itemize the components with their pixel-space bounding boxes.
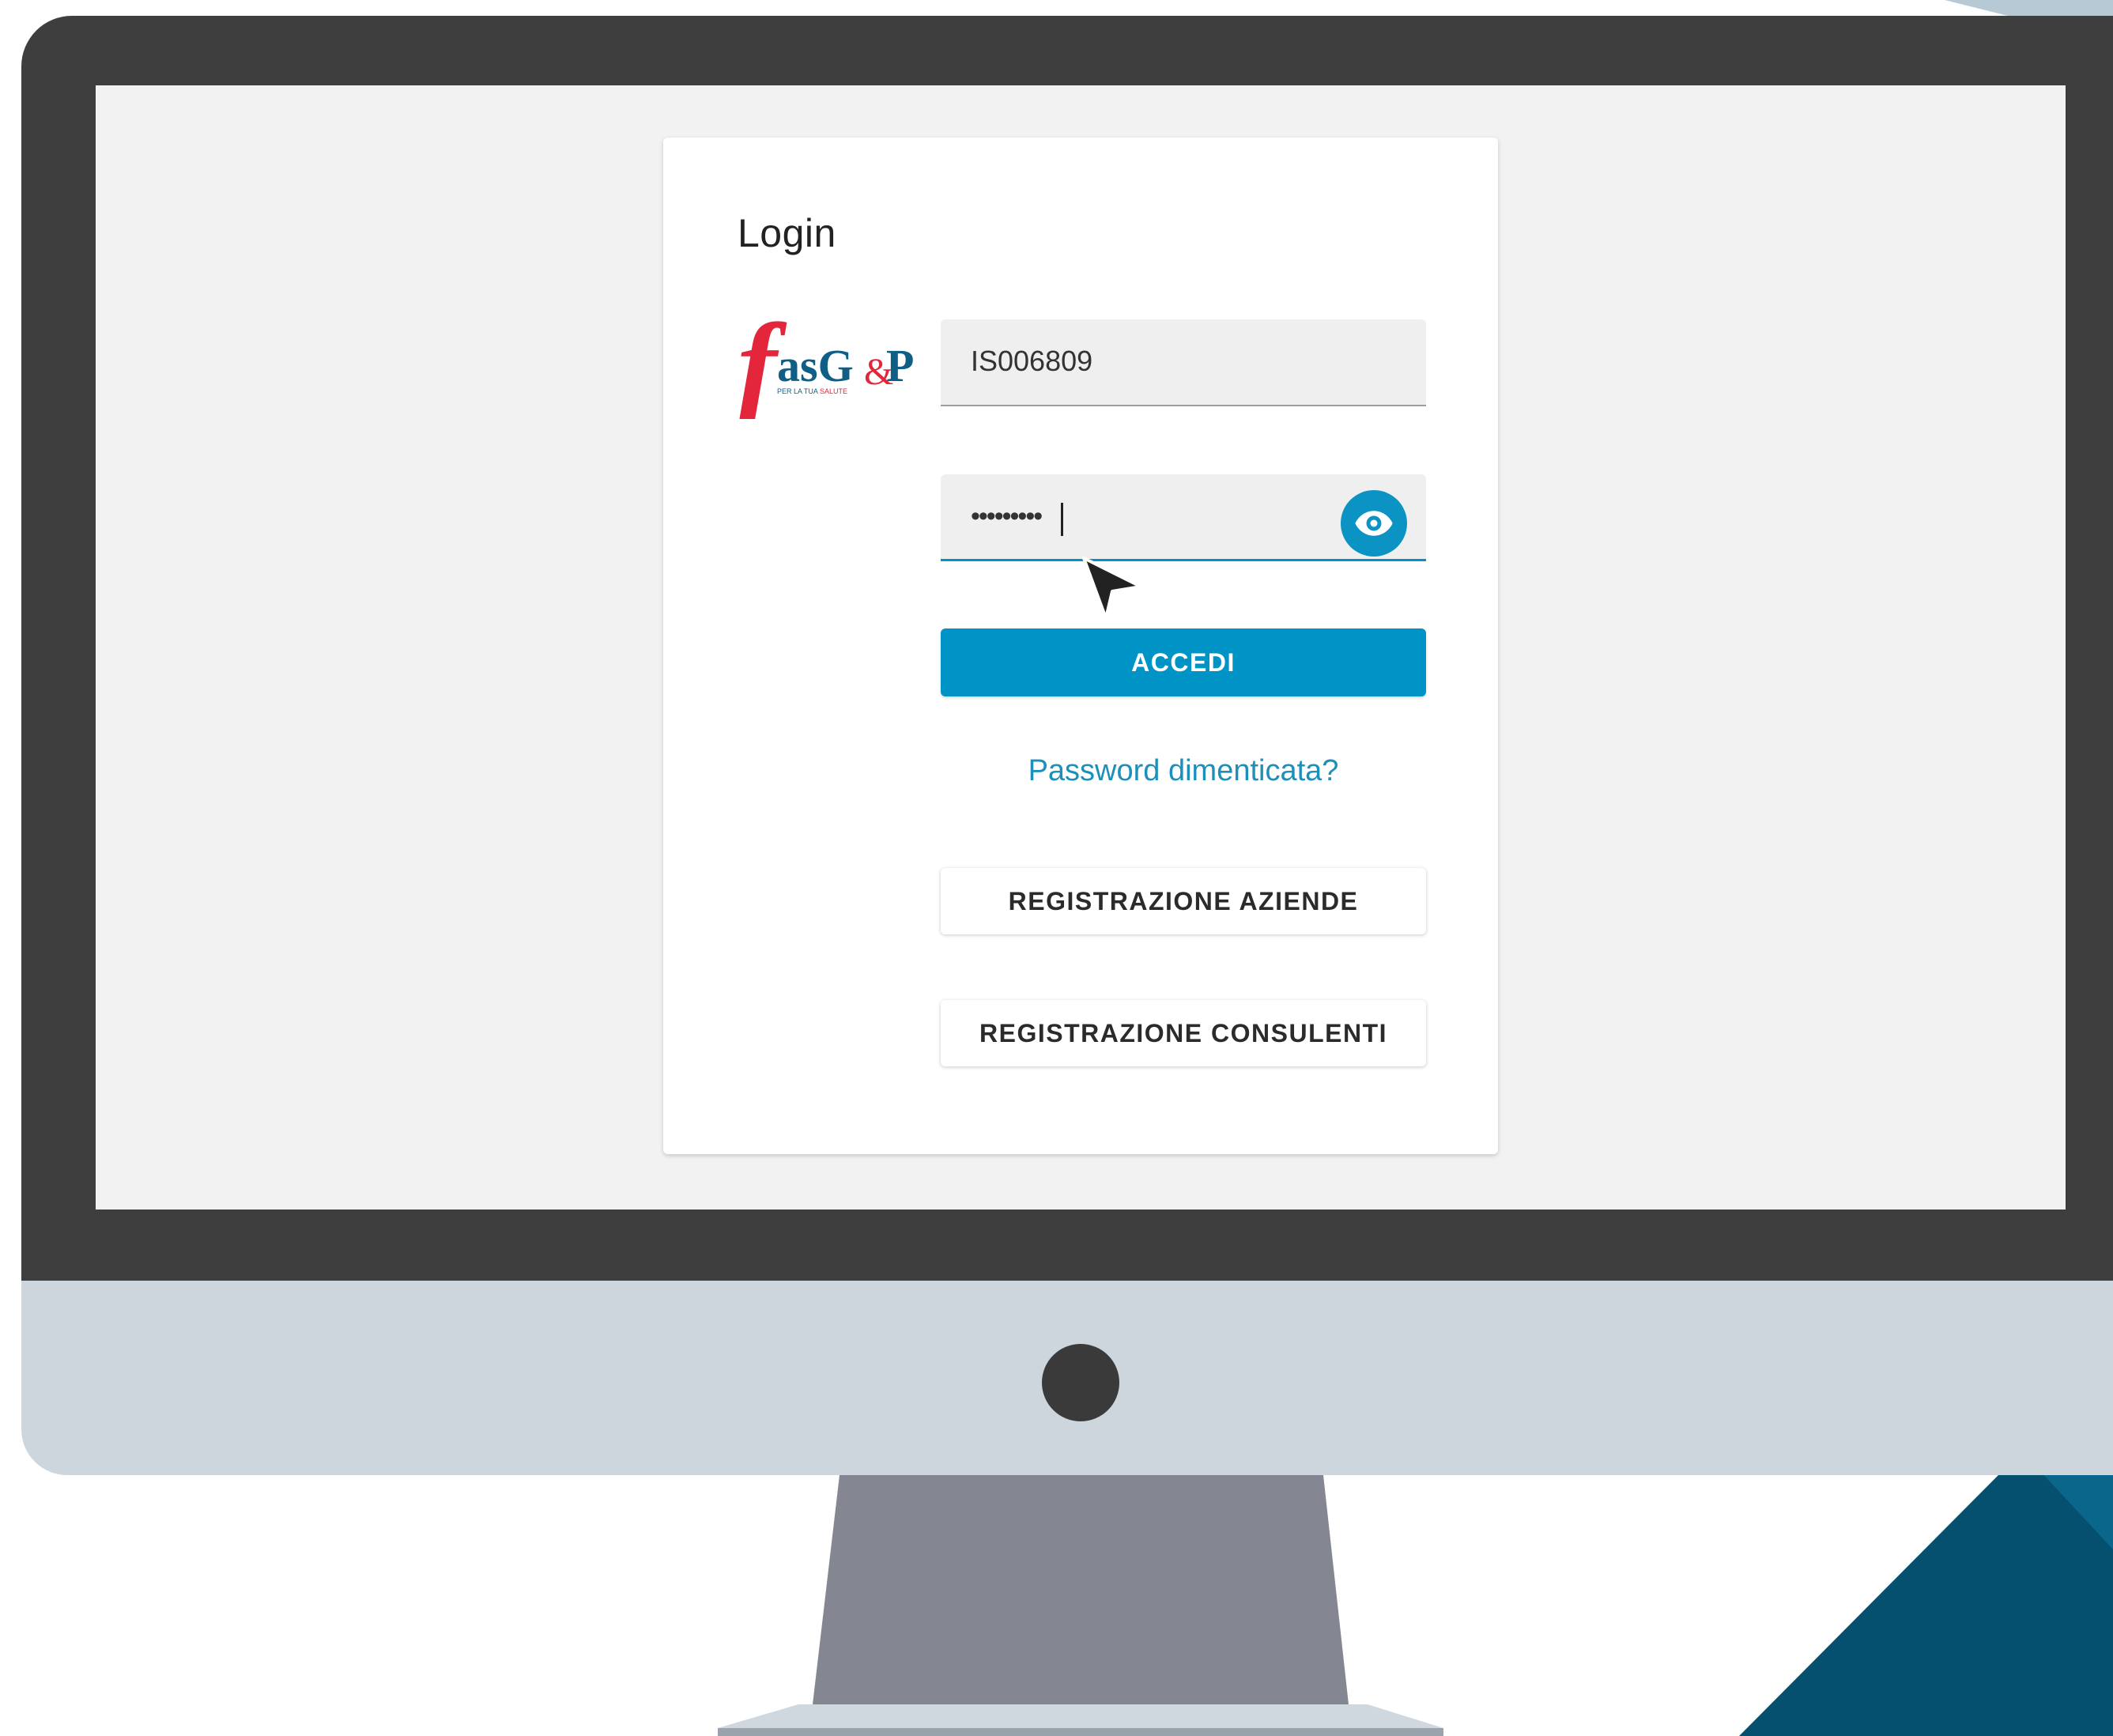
username-input[interactable] [971,319,1350,403]
login-title: Login [738,211,836,255]
login-submit-button[interactable]: ACCEDI [941,628,1426,696]
password-field[interactable]: ••••••••• [941,474,1426,561]
monitor-screen: Login f asG & P PER LA TUA SALUTE ••••••… [96,85,2066,1210]
svg-text:PER LA TUA: PER LA TUA [777,387,818,395]
login-card: Login f asG & P PER LA TUA SALUTE ••••••… [663,138,1498,1154]
toggle-password-visibility-button[interactable] [1341,490,1407,557]
username-field[interactable] [941,319,1426,406]
fasgp-logo: f asG & P PER LA TUA SALUTE [738,300,919,431]
register-companies-button[interactable]: REGISTRAZIONE AZIENDE [941,868,1426,934]
svg-text:SALUTE: SALUTE [820,387,847,395]
mouse-cursor-icon [1082,557,1142,620]
svg-text:P: P [886,340,914,391]
forgot-password-link[interactable]: Password dimenticata? [941,754,1426,788]
text-caret [1061,503,1063,536]
register-consultants-button[interactable]: REGISTRAZIONE CONSULENTI [941,1000,1426,1066]
password-input[interactable]: ••••••••• [971,474,1350,558]
svg-text:asG: asG [777,340,854,391]
eye-icon [1355,511,1393,536]
